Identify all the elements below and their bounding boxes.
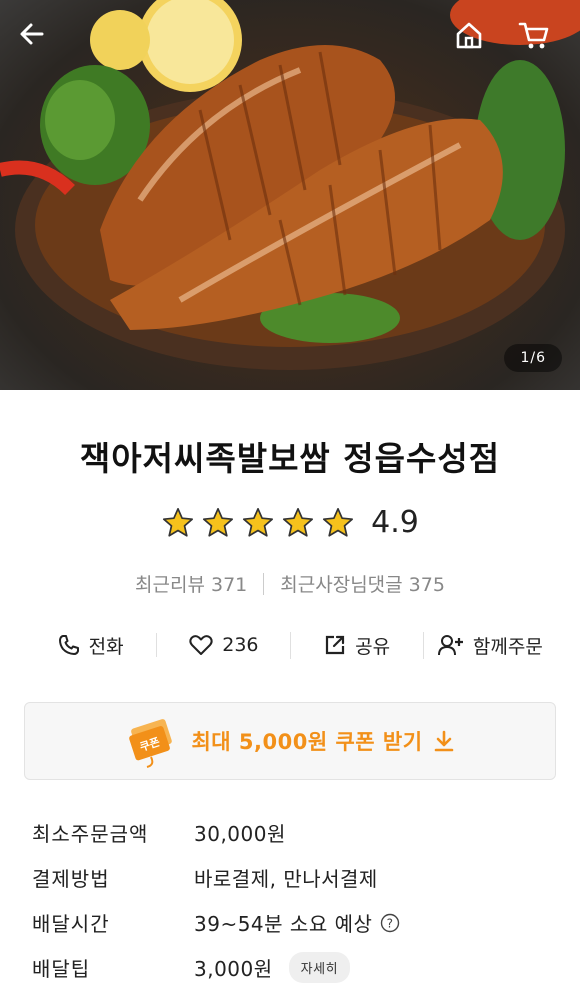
delivery-tip-key: 배달팁 — [32, 957, 91, 981]
star-icon — [163, 507, 194, 537]
delivery-time-key: 배달시간 — [32, 912, 110, 936]
delivery-time-value: 39~54분 소요 예상 — [194, 912, 373, 936]
download-icon — [434, 730, 453, 752]
min-order-key: 최소주문금액 — [32, 822, 149, 846]
like-button[interactable]: 236 — [156, 633, 289, 657]
delivery-tip-detail-button[interactable]: 자세히 — [288, 952, 351, 983]
home-icon — [456, 22, 482, 49]
store-name: 잭아저씨족발보쌈 정읍수성점 — [79, 439, 501, 478]
add-person-icon — [437, 635, 463, 656]
group-order-button[interactable]: 함께주문 — [422, 631, 556, 659]
payment-row: 결제방법 바로결제, 만나서결제 — [32, 855, 552, 900]
store-info: 최소주문금액 30,000원 결제방법 바로결제, 만나서결제 배달시간 39~… — [32, 810, 552, 990]
store-actions: 전화 236 공유 함께주문 — [24, 625, 556, 665]
share-icon — [326, 635, 345, 655]
hero-photo[interactable]: 1/6 — [0, 0, 580, 390]
photo-counter: 1/6 — [504, 344, 562, 372]
payment-key: 결제방법 — [32, 867, 110, 891]
back-button[interactable] — [18, 20, 62, 64]
owner-replies-link[interactable]: 최근사장님댓글 375 — [280, 570, 445, 597]
phone-icon — [58, 635, 79, 655]
delivery-tip-value: 3,000원 — [194, 957, 273, 981]
star-icon — [323, 507, 354, 537]
delivery-time-value-wrap: 39~54분 소요 예상 ? — [194, 908, 400, 937]
payment-value: 바로결제, 만나서결제 — [194, 867, 378, 891]
delivery-tip-value-wrap: 3,000원 자세히 — [194, 952, 351, 983]
share-label: 공유 — [355, 635, 391, 658]
heart-icon — [189, 635, 213, 655]
delivery-time-row: 배달시간 39~54분 소요 예상 ? — [32, 900, 552, 945]
svg-text:?: ? — [387, 916, 394, 930]
rating: 4.9 — [0, 505, 580, 540]
cart-icon — [518, 22, 549, 49]
call-button[interactable]: 전화 — [24, 632, 156, 659]
star-icon — [283, 507, 314, 537]
like-count: 236 — [222, 634, 259, 656]
delivery-tip-row: 배달팁 3,000원 자세히 — [32, 945, 552, 990]
min-order-value: 30,000원 — [194, 822, 286, 846]
home-button[interactable] — [454, 20, 498, 64]
coupon-download-button[interactable]: 쿠폰 최대 5,000원 쿠폰 받기 — [24, 702, 556, 780]
call-label: 전화 — [88, 635, 124, 658]
help-icon[interactable]: ? — [380, 913, 400, 933]
coupon-icon: 쿠폰 — [129, 719, 173, 768]
min-order-row: 최소주문금액 30,000원 — [32, 810, 552, 855]
star-icon — [243, 507, 274, 537]
review-summary: 최근리뷰 371 최근사장님댓글 375 — [0, 570, 580, 597]
rating-score: 4.9 — [371, 505, 419, 540]
back-arrow-icon — [20, 23, 44, 45]
coupon-label: 최대 5,000원 쿠폰 받기 — [191, 730, 423, 754]
group-order-label: 함께주문 — [472, 635, 543, 658]
divider — [263, 572, 265, 595]
recent-reviews-link[interactable]: 최근리뷰 371 — [135, 570, 247, 597]
cart-button[interactable] — [518, 20, 562, 64]
star-icon — [203, 507, 234, 537]
share-button[interactable]: 공유 — [289, 631, 423, 659]
